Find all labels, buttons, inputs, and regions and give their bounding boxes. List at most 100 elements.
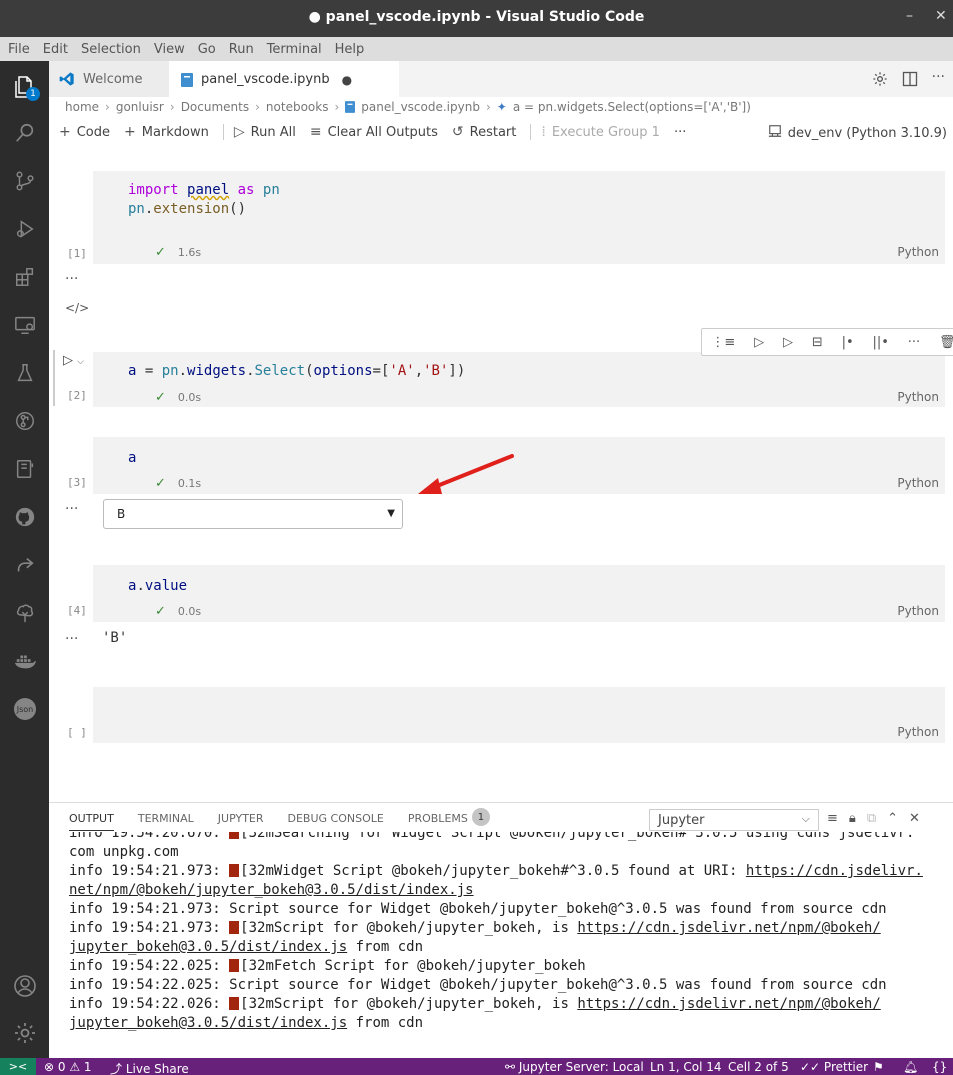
panel-tab-debug-console[interactable]: DEBUG CONSOLE (288, 812, 384, 831)
github-icon[interactable] (9, 501, 41, 533)
breadcrumb-cell[interactable]: a = pn.widgets.Select(options=['A','B']) (513, 100, 751, 114)
jupyter-server-status[interactable]: ⚯ Jupyter Server: Local (505, 1060, 644, 1074)
gitlens-icon[interactable] (9, 405, 41, 437)
cell-source[interactable]: a.value (128, 577, 187, 596)
add-markdown-cell-button[interactable]: + Markdown (124, 124, 209, 140)
add-code-cell-button[interactable]: + Code (59, 124, 110, 140)
lock-icon[interactable]: 🔒︎ (849, 811, 856, 826)
output-more-icon[interactable]: ··· (65, 271, 78, 287)
breadcrumb-user[interactable]: gonluisr (116, 100, 164, 114)
tab-panel-vscode-ipynb[interactable]: panel_vscode.ipynb ● (169, 61, 399, 97)
split-cell-icon[interactable]: ⊟ (812, 335, 823, 350)
tree-icon[interactable] (9, 597, 41, 629)
remote-indicator-icon[interactable]: >< (0, 1058, 36, 1075)
search-icon[interactable] (9, 117, 41, 149)
json-icon[interactable]: Json (9, 693, 41, 725)
gear-icon[interactable] (872, 71, 888, 91)
cell-language[interactable]: Python (897, 476, 939, 490)
prettier-status[interactable]: ✓✓ Prettier (800, 1060, 868, 1074)
panel-tab-jupyter[interactable]: JUPYTER (218, 812, 264, 831)
bell-icon[interactable]: 🔔︎ (903, 1060, 918, 1074)
run-debug-icon[interactable] (9, 213, 41, 245)
toolbar-more-button[interactable]: ··· (674, 125, 686, 140)
execute-group-button[interactable]: ⁞ Execute Group 1 (541, 124, 660, 140)
close-window-button[interactable]: ✕ (935, 8, 947, 24)
menu-view[interactable]: View (154, 42, 185, 57)
run-by-line-icon[interactable]: ⋮≡ (711, 335, 735, 350)
code-cell[interactable]: Python (93, 687, 945, 743)
split-editor-icon[interactable] (902, 71, 918, 91)
cell-language[interactable]: Python (897, 245, 939, 259)
code-cell[interactable]: a.value ✓ 0.0s Python (93, 565, 945, 622)
select-widget[interactable]: B ▼ (103, 499, 403, 529)
merge-cells-icon[interactable]: ||• (873, 335, 889, 350)
cell-source[interactable]: import panel as pn pn.extension() (128, 181, 280, 219)
menu-help[interactable]: Help (335, 42, 365, 57)
menu-selection[interactable]: Selection (81, 42, 141, 57)
escape-char-icon (229, 921, 240, 934)
source-control-icon[interactable] (9, 165, 41, 197)
menu-edit[interactable]: Edit (43, 42, 68, 57)
log-link[interactable]: https://cdn.jsdelivr.net/npm/@bokeh/ (577, 996, 880, 1012)
execute-above-icon[interactable]: ▷ (754, 335, 764, 350)
settings-gear-icon[interactable] (9, 1017, 41, 1049)
problems-indicator[interactable]: ⊗ 0 ⚠ 1 (44, 1060, 92, 1074)
live-share-icon[interactable] (9, 549, 41, 581)
extensions-icon[interactable] (9, 261, 41, 293)
cursor-position[interactable]: Ln 1, Col 14 (650, 1060, 722, 1074)
cell-language[interactable]: Python (897, 390, 939, 404)
panel-tab-output[interactable]: OUTPUT (69, 812, 114, 831)
run-all-button[interactable]: ▷ Run All (234, 124, 296, 140)
maximize-panel-icon[interactable]: ⌃ (887, 811, 898, 826)
breadcrumb-documents[interactable]: Documents (181, 100, 249, 114)
cell-source[interactable]: a (128, 449, 136, 468)
feedback-icon[interactable]: ⚑ (873, 1060, 884, 1074)
panel-tab-terminal[interactable]: TERMINAL (138, 812, 194, 831)
docker-icon[interactable] (9, 645, 41, 677)
account-icon[interactable] (9, 970, 41, 1002)
insert-marker-icon[interactable]: |• (842, 335, 854, 350)
menu-go[interactable]: Go (198, 42, 216, 57)
menu-terminal[interactable]: Terminal (267, 42, 322, 57)
testing-icon[interactable] (9, 357, 41, 389)
open-in-editor-icon[interactable]: ⧉ (867, 811, 876, 826)
clear-output-icon[interactable]: ≡ (827, 811, 838, 826)
kernel-picker[interactable]: dev_env (Python 3.10.9) (768, 124, 947, 142)
clear-all-outputs-button[interactable]: ≡ Clear All Outputs (310, 124, 438, 140)
unsaved-dot-icon[interactable]: ● (342, 73, 352, 87)
cell-source[interactable]: a = pn.widgets.Select(options=['A','B']) (128, 362, 465, 381)
breadcrumb-file[interactable]: panel_vscode.ipynb (361, 100, 480, 114)
output-more-icon[interactable]: ··· (65, 501, 78, 517)
cell-position[interactable]: Cell 2 of 5 (728, 1060, 789, 1074)
output-more-icon[interactable]: ··· (65, 631, 78, 647)
menu-file[interactable]: File (8, 42, 30, 57)
minimize-button[interactable]: – (906, 8, 913, 24)
log-link[interactable]: https://cdn.jsdelivr. (746, 863, 923, 879)
run-cell-button[interactable]: ▷ ⌵ (63, 353, 84, 368)
log-link[interactable]: jupyter_bokeh@3.0.5/dist/index.js (69, 1015, 347, 1031)
log-link[interactable]: jupyter_bokeh@3.0.5/dist/index.js (69, 939, 347, 955)
code-output-icon[interactable]: </> (65, 301, 89, 315)
live-share-status[interactable]: ⤴ Live Share (110, 1060, 189, 1075)
menu-run[interactable]: Run (229, 42, 254, 57)
output-channel-select[interactable]: Jupyter ⌵ (649, 809, 819, 831)
cell-language[interactable]: Python (897, 604, 939, 618)
braces-icon[interactable]: {} (932, 1060, 947, 1074)
log-link[interactable]: net/npm/@bokeh/jupyter_bokeh@3.0.5/dist/… (69, 882, 474, 898)
panel-tab-problems[interactable]: PROBLEMS 1 (408, 808, 490, 831)
delete-cell-icon[interactable]: 🗑 (939, 335, 953, 350)
log-link[interactable]: https://cdn.jsdelivr.net/npm/@bokeh/ (577, 920, 880, 936)
notebook-icon[interactable] (9, 453, 41, 485)
more-actions-icon[interactable]: ··· (932, 69, 945, 91)
execute-below-icon[interactable]: ▷ (783, 335, 793, 350)
breadcrumb-notebooks[interactable]: notebooks (266, 100, 329, 114)
breadcrumb-home[interactable]: home (65, 100, 99, 114)
more-actions-icon[interactable]: ··· (908, 335, 920, 350)
restart-button[interactable]: ↺ Restart (452, 124, 516, 140)
close-panel-icon[interactable]: ✕ (909, 811, 920, 826)
remote-explorer-icon[interactable] (9, 309, 41, 341)
tab-welcome[interactable]: Welcome (49, 61, 169, 97)
cell-language[interactable]: Python (897, 725, 939, 739)
code-cell[interactable]: import panel as pn pn.extension() ✓ 1.6s… (93, 171, 945, 264)
code-cell[interactable]: a = pn.widgets.Select(options=['A','B'])… (93, 352, 945, 407)
